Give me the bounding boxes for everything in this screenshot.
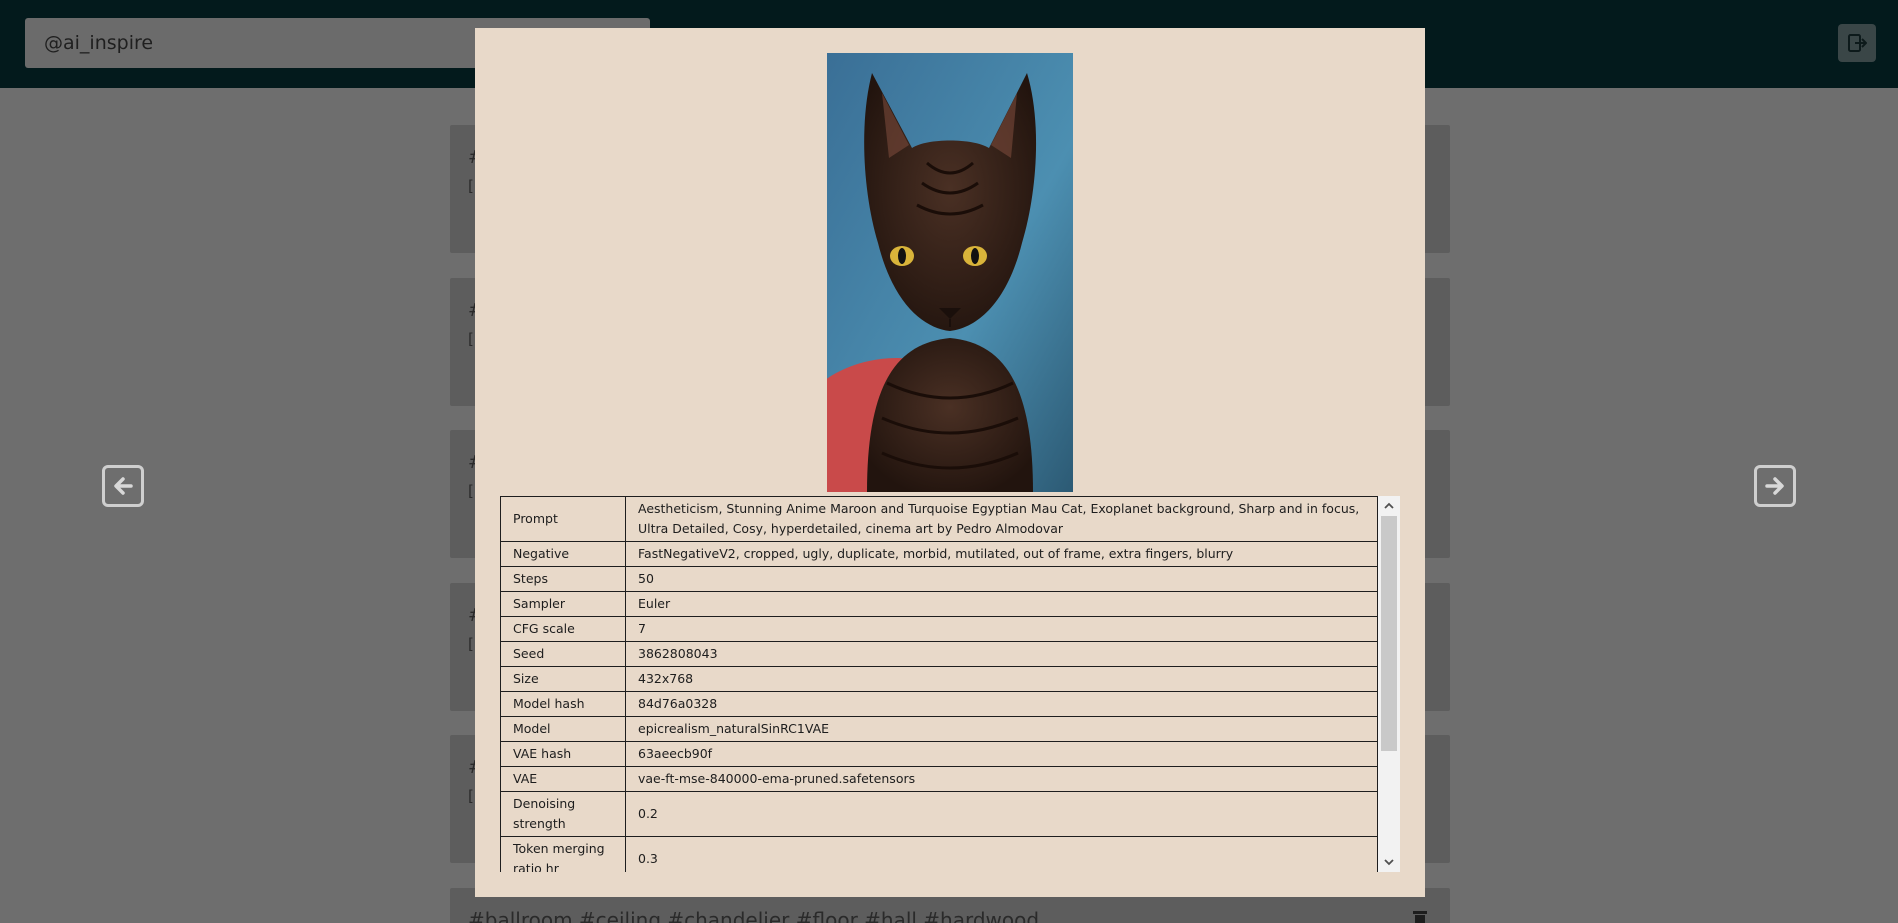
row-key: Seed bbox=[500, 641, 626, 667]
row-key: Model bbox=[500, 716, 626, 742]
table-row: Seed 3862808043 bbox=[500, 641, 1378, 667]
scrollbar-thumb[interactable] bbox=[1381, 516, 1397, 751]
row-value: Aestheticism, Stunning Anime Maroon and … bbox=[625, 496, 1378, 542]
row-value: vae-ft-mse-840000-ema-pruned.safetensors bbox=[625, 766, 1378, 792]
next-button[interactable] bbox=[1754, 465, 1796, 507]
row-value: 63aeecb90f bbox=[625, 741, 1378, 767]
row-value: 7 bbox=[625, 616, 1378, 642]
card-text: [ bbox=[468, 177, 474, 195]
table-row: VAE hash 63aeecb90f bbox=[500, 741, 1378, 767]
row-value: FastNegativeV2, cropped, ugly, duplicate… bbox=[625, 541, 1378, 567]
card-text: [ bbox=[468, 330, 474, 348]
row-value: epicrealism_naturalSinRC1VAE bbox=[625, 716, 1378, 742]
metadata-table-container[interactable]: Prompt Aestheticism, Stunning Anime Maro… bbox=[500, 496, 1405, 872]
table-row: Model epicrealism_naturalSinRC1VAE bbox=[500, 716, 1378, 742]
logout-button[interactable] bbox=[1838, 24, 1876, 62]
trash-icon[interactable] bbox=[1412, 908, 1428, 923]
row-key: VAE bbox=[500, 766, 626, 792]
card-tags: #ballroom #ceiling #chandelier #floor #h… bbox=[468, 908, 1040, 923]
arrow-right-icon bbox=[1765, 477, 1784, 495]
table-row: Sampler Euler bbox=[500, 591, 1378, 617]
card-text: [ bbox=[468, 787, 474, 805]
row-key: CFG scale bbox=[500, 616, 626, 642]
previous-button[interactable] bbox=[102, 465, 144, 507]
row-key: Steps bbox=[500, 566, 626, 592]
row-value: 0.2 bbox=[625, 791, 1378, 837]
row-value: 3862808043 bbox=[625, 641, 1378, 667]
row-key: Token merging ratio hr bbox=[500, 836, 626, 872]
table-row: Token merging ratio hr 0.3 bbox=[500, 836, 1378, 872]
row-key: Model hash bbox=[500, 691, 626, 717]
row-value: 432x768 bbox=[625, 666, 1378, 692]
row-key: Denoising strength bbox=[500, 791, 626, 837]
table-row: Model hash 84d76a0328 bbox=[500, 691, 1378, 717]
row-key: Negative bbox=[500, 541, 626, 567]
scroll-down-icon[interactable] bbox=[1383, 856, 1395, 868]
row-key: Prompt bbox=[500, 496, 626, 542]
card-text: [ bbox=[468, 635, 474, 653]
row-value: 50 bbox=[625, 566, 1378, 592]
table-row: CFG scale 7 bbox=[500, 616, 1378, 642]
table-scrollbar[interactable] bbox=[1378, 496, 1400, 872]
table-row: VAE vae-ft-mse-840000-ema-pruned.safeten… bbox=[500, 766, 1378, 792]
row-key: Sampler bbox=[500, 591, 626, 617]
table-row: Denoising strength 0.2 bbox=[500, 791, 1378, 837]
card-text: [ bbox=[468, 482, 474, 500]
table-row: Negative FastNegativeV2, cropped, ugly, … bbox=[500, 541, 1378, 567]
table-row: Steps 50 bbox=[500, 566, 1378, 592]
metadata-table: Prompt Aestheticism, Stunning Anime Maro… bbox=[500, 496, 1378, 872]
logout-icon bbox=[1848, 34, 1867, 52]
image-detail-modal: Prompt Aestheticism, Stunning Anime Maro… bbox=[475, 28, 1425, 897]
row-key: VAE hash bbox=[500, 741, 626, 767]
table-row: Size 432x768 bbox=[500, 666, 1378, 692]
generated-image[interactable] bbox=[827, 53, 1073, 492]
row-key: Size bbox=[500, 666, 626, 692]
table-row: Prompt Aestheticism, Stunning Anime Maro… bbox=[500, 496, 1378, 542]
arrow-left-icon bbox=[114, 477, 133, 495]
row-value: 0.3 bbox=[625, 836, 1378, 872]
row-value: Euler bbox=[625, 591, 1378, 617]
scroll-up-icon[interactable] bbox=[1383, 500, 1395, 512]
row-value: 84d76a0328 bbox=[625, 691, 1378, 717]
